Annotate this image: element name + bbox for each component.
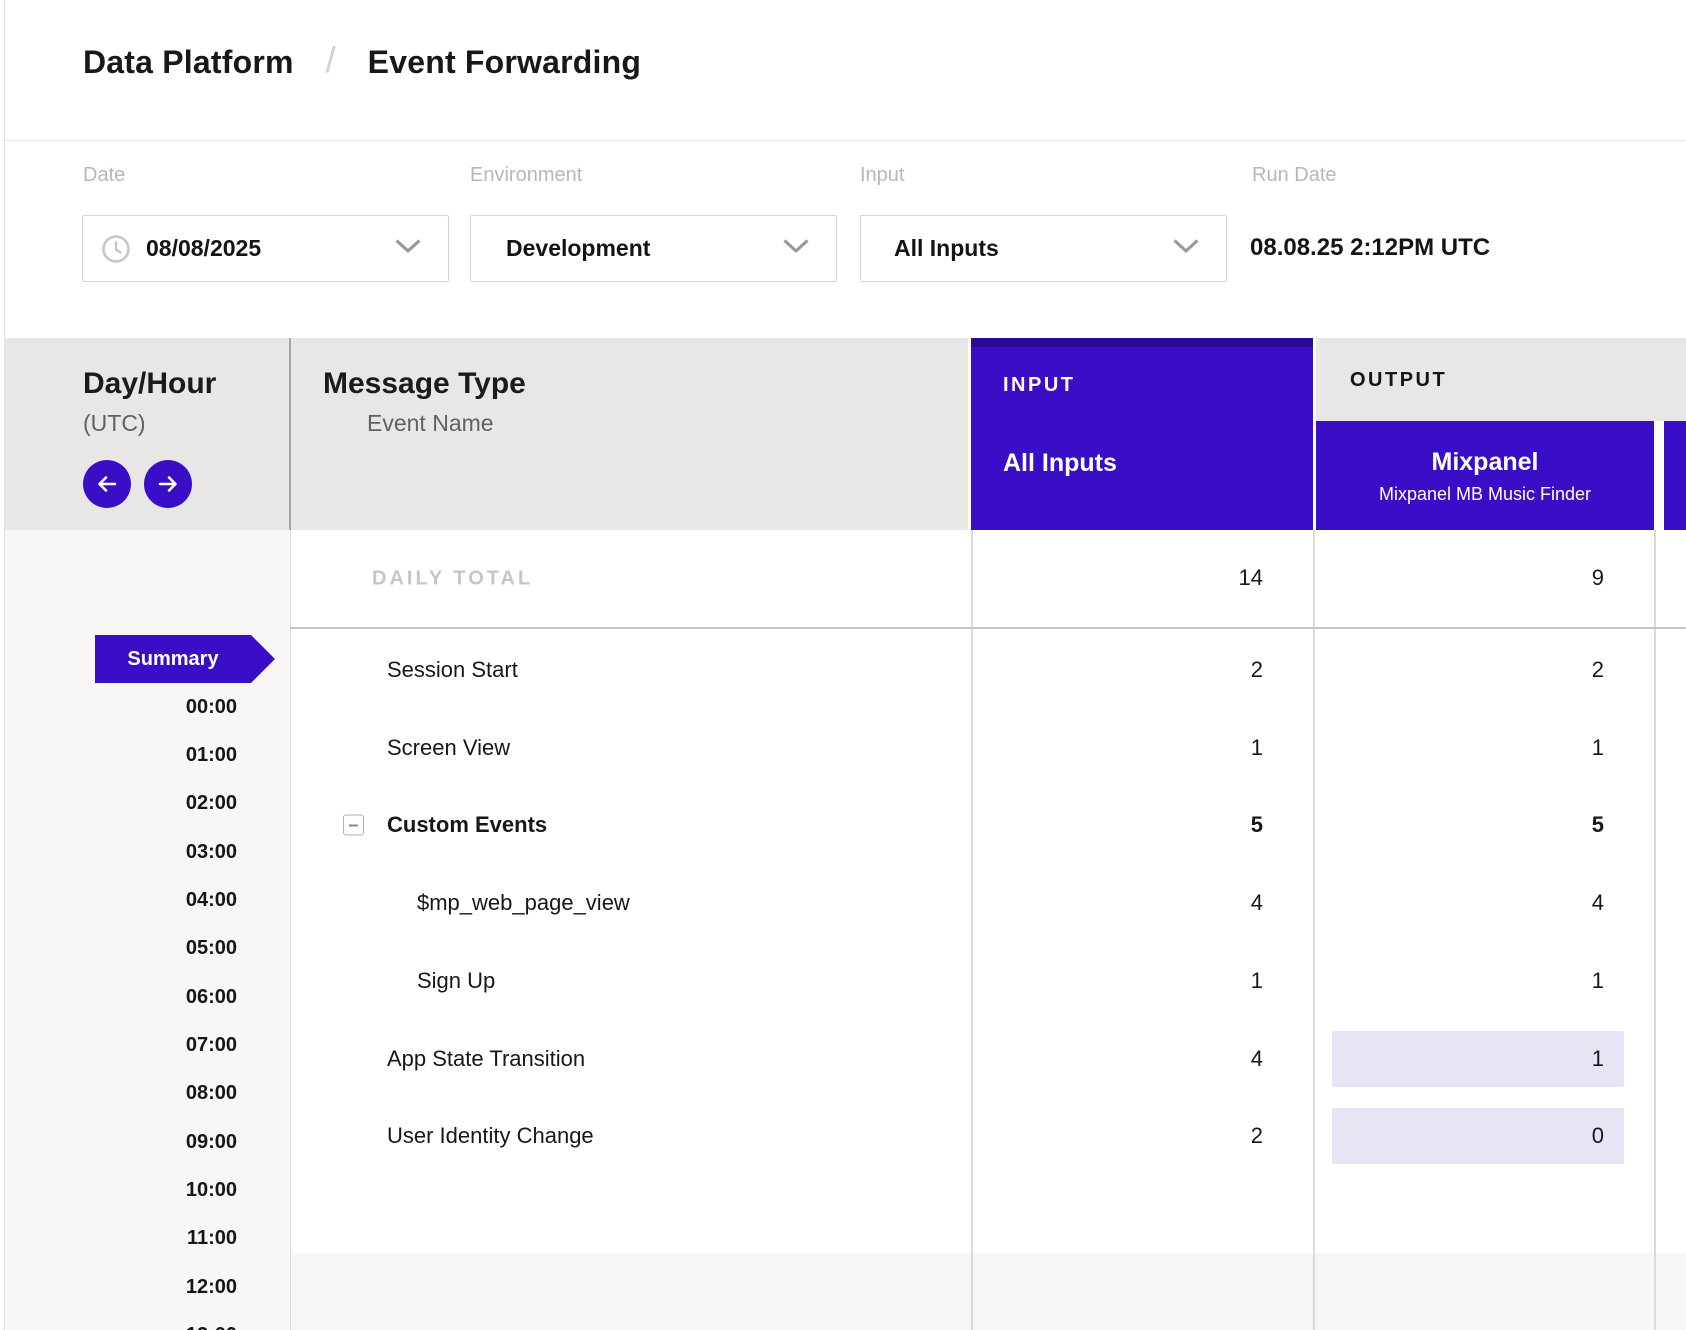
event-name-label: App State Transition	[387, 1046, 585, 1072]
hour-slot-0900[interactable]: 09:00	[37, 1118, 237, 1166]
event-name-label: Custom Events	[387, 812, 547, 838]
input-column-title: All Inputs	[1003, 449, 1117, 478]
daily-total-underline	[290, 627, 1686, 629]
hour-slot-1200[interactable]: 12:00	[37, 1263, 237, 1311]
next-day-button[interactable]	[144, 460, 192, 508]
arrow-left-icon	[94, 471, 120, 497]
output-count-value: 0	[1592, 1123, 1604, 1149]
input-count-value: 1	[1251, 735, 1263, 761]
input-filter-value: All Inputs	[894, 235, 999, 262]
summary-badge-arrow	[251, 635, 275, 683]
highlighted-output-cell	[1332, 1031, 1624, 1087]
date-filter-label: Date	[83, 164, 125, 187]
input-column-accent-strip	[971, 338, 1313, 347]
output-count-value: 5	[1592, 812, 1604, 838]
divider-gap	[1654, 421, 1664, 530]
next-output-column-partial	[1664, 421, 1686, 530]
hour-slot-0300[interactable]: 03:00	[37, 828, 237, 876]
event-forwarding-page: Data Platform / Event Forwarding Date 08…	[0, 0, 1686, 1330]
hour-slot-0200[interactable]: 02:00	[37, 780, 237, 828]
input-filter-label: Input	[860, 164, 904, 187]
summary-badge-label: Summary	[95, 635, 251, 683]
input-group-label: INPUT	[1003, 374, 1076, 397]
message-type-header: Message Type	[323, 367, 526, 401]
event-name-label: User Identity Change	[387, 1123, 594, 1149]
environment-filter-dropdown[interactable]: Development	[470, 215, 837, 282]
chevron-down-icon	[1172, 238, 1200, 260]
output-group-label: OUTPUT	[1350, 369, 1447, 392]
input-count-value: 5	[1251, 812, 1263, 838]
event-name-label: Sign Up	[417, 968, 495, 994]
input-count-value: 4	[1251, 1046, 1263, 1072]
page-title: Event Forwarding	[368, 44, 641, 81]
mixpanel-output-column-header[interactable]: Mixpanel Mixpanel MB Music Finder	[1316, 421, 1654, 530]
summary-badge[interactable]: Summary	[95, 635, 275, 683]
hour-slot-0500[interactable]: 05:00	[37, 925, 237, 973]
input-count-value: 2	[1251, 1123, 1263, 1149]
input-count-value: 4	[1251, 890, 1263, 916]
output-count-value: 1	[1592, 735, 1604, 761]
run-date-label: Run Date	[1252, 164, 1337, 187]
chevron-down-icon	[394, 238, 422, 260]
day-hour-subheader: (UTC)	[83, 410, 146, 437]
input-filter-dropdown[interactable]: All Inputs	[860, 215, 1227, 282]
date-filter-dropdown[interactable]: 08/08/2025	[82, 215, 449, 282]
daily-total-label: DAILY TOTAL	[372, 567, 533, 590]
hour-slot-1300[interactable]: 13:00	[37, 1312, 237, 1330]
highlighted-output-cell	[1332, 1108, 1624, 1164]
prev-day-button[interactable]	[83, 460, 131, 508]
hour-slot-0600[interactable]: 06:00	[37, 973, 237, 1021]
environment-filter-label: Environment	[470, 164, 582, 187]
input-count-value: 1	[1251, 968, 1263, 994]
date-filter-value: 08/08/2025	[146, 235, 261, 262]
event-name-label: Screen View	[387, 735, 510, 761]
output-count-value: 4	[1592, 890, 1604, 916]
collapse-minus-icon[interactable]	[343, 815, 364, 836]
input-count-value: 2	[1251, 657, 1263, 683]
daily-total-input-value: 14	[1239, 565, 1263, 591]
environment-filter-value: Development	[506, 235, 650, 262]
hour-slot-0700[interactable]: 07:00	[37, 1021, 237, 1069]
hour-rail: Summary 00:0001:0002:0003:0004:0005:0006…	[5, 530, 290, 1330]
hour-slot-1000[interactable]: 10:00	[37, 1167, 237, 1215]
hour-slot-0000[interactable]: 00:00	[37, 683, 237, 731]
arrow-right-icon	[155, 471, 181, 497]
breadcrumb: Data Platform / Event Forwarding	[83, 40, 641, 84]
day-hour-header: Day/Hour	[83, 367, 216, 401]
hour-slot-0100[interactable]: 01:00	[37, 731, 237, 779]
output-column-title: Mixpanel	[1316, 448, 1654, 477]
event-name-label: Session Start	[387, 657, 518, 683]
output-count-value: 2	[1592, 657, 1604, 683]
column-divider	[289, 338, 291, 530]
chevron-down-icon	[782, 238, 810, 260]
hour-slot-0400[interactable]: 04:00	[37, 876, 237, 924]
hour-slot-0800[interactable]: 08:00	[37, 1070, 237, 1118]
run-date-value: 08.08.25 2:12PM UTC	[1250, 234, 1490, 262]
output-column-subtitle: Mixpanel MB Music Finder	[1316, 484, 1654, 505]
daily-total-output-value: 9	[1592, 565, 1604, 591]
clock-icon	[101, 234, 131, 264]
output-count-value: 1	[1592, 968, 1604, 994]
event-name-subheader: Event Name	[367, 410, 494, 437]
header-divider	[5, 140, 1686, 141]
table-footer-band	[291, 1253, 1686, 1330]
hour-slot-1100[interactable]: 11:00	[37, 1215, 237, 1263]
event-name-label: $mp_web_page_view	[417, 890, 630, 916]
output-count-value: 1	[1592, 1046, 1604, 1072]
breadcrumb-separator: /	[326, 39, 336, 81]
daily-total-row: DAILY TOTAL	[290, 530, 1686, 627]
input-column-header[interactable]	[971, 338, 1313, 530]
breadcrumb-data-platform[interactable]: Data Platform	[83, 44, 294, 81]
